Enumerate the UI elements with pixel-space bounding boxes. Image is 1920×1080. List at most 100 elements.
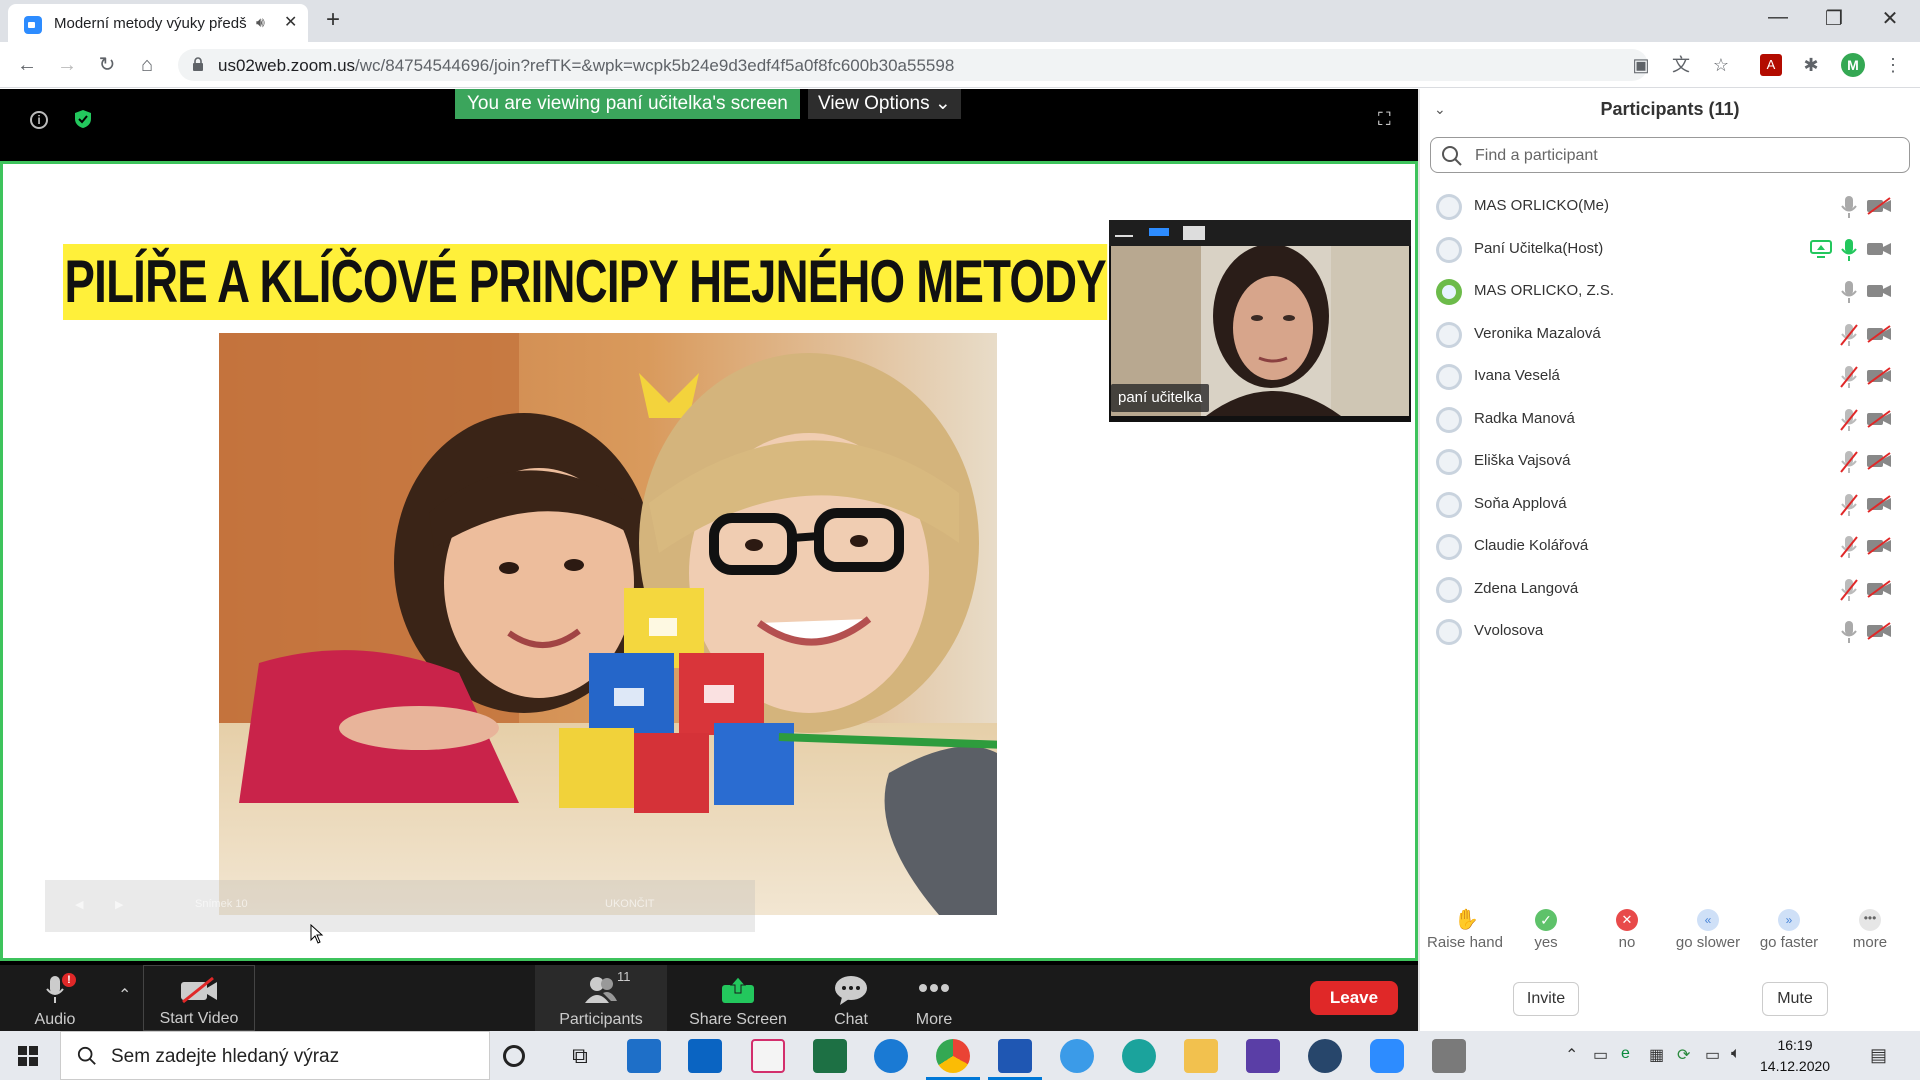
more-button[interactable]: More (898, 965, 970, 1031)
task-view-icon[interactable]: ⧉ (563, 1039, 597, 1073)
participant-row[interactable]: MAS ORLICKO, Z.S. (1420, 270, 1920, 312)
taskbar-app-1-icon[interactable] (627, 1039, 661, 1073)
encryption-shield-icon[interactable] (74, 109, 92, 129)
snipping-tool-icon[interactable] (751, 1039, 785, 1073)
go-slower-button[interactable]: « go slower (1668, 909, 1748, 951)
home-icon[interactable]: ⌂ (132, 50, 162, 80)
outlook-icon[interactable] (688, 1039, 722, 1073)
chrome-icon[interactable] (936, 1039, 970, 1073)
participant-row[interactable]: Zdena Langová (1420, 568, 1920, 610)
slide-photo (219, 333, 997, 915)
teamviewer-icon[interactable] (874, 1039, 908, 1073)
participant-name: MAS ORLICKO, Z.S. (1474, 282, 1615, 299)
participant-row[interactable]: Eliška Vajsová (1420, 440, 1920, 482)
pdf-extension-icon[interactable]: A (1760, 54, 1782, 76)
tray-sync-icon[interactable]: ⟳ (1677, 1045, 1690, 1065)
avatar (1436, 364, 1462, 390)
clock-date[interactable]: 14.12.2020 (1760, 1058, 1830, 1074)
windows-search-box[interactable]: Sem zadejte hledaný výraz (60, 1031, 490, 1080)
no-button[interactable]: ✕ no (1587, 909, 1667, 951)
go-faster-icon: » (1778, 909, 1800, 931)
meeting-info-icon[interactable]: i (30, 111, 48, 129)
zoom-meeting-area: i You are viewing paní učitelka's screen… (0, 89, 1418, 965)
profile-avatar[interactable]: M (1841, 53, 1865, 77)
invite-button[interactable]: Invite (1513, 982, 1579, 1016)
end-show-button[interactable]: UKONČIT (605, 898, 655, 910)
volume-icon[interactable]: 🔈︎ (1731, 1045, 1741, 1063)
translate-icon[interactable]: 文 (1670, 54, 1692, 76)
fullscreen-icon[interactable]: ⛶ (1378, 109, 1391, 130)
chrome-menu-icon[interactable]: ⋮ (1882, 54, 1904, 76)
back-arrow-icon[interactable]: ← (12, 50, 42, 80)
save-app-icon[interactable] (1246, 1039, 1280, 1073)
speaker-view-icon[interactable] (1149, 228, 1169, 236)
zoom-app-icon[interactable] (1370, 1039, 1404, 1073)
network-icon[interactable]: ▭ (1705, 1045, 1720, 1065)
avatar (1436, 534, 1462, 560)
tray-app-2-icon[interactable]: ▦ (1649, 1045, 1664, 1065)
minimize-window-button[interactable]: — (1758, 6, 1798, 29)
mute-all-button[interactable]: Mute (1762, 982, 1828, 1016)
clock-time[interactable]: 16:19 (1760, 1037, 1830, 1053)
calculator-icon[interactable] (1432, 1039, 1466, 1073)
speaker-icon[interactable]: 🔊︎ (256, 14, 265, 31)
participant-search-input[interactable] (1475, 144, 1895, 168)
participant-row[interactable]: Vvolosova (1420, 610, 1920, 652)
windows-start-icon[interactable] (18, 1046, 38, 1066)
yes-button[interactable]: ✓ yes (1506, 909, 1586, 951)
participant-row[interactable]: Veronika Mazalová (1420, 313, 1920, 355)
participant-search[interactable] (1430, 137, 1910, 173)
show-hidden-icons-chevron-icon[interactable]: ⌃ (1565, 1045, 1578, 1065)
chat-bubble-icon (835, 976, 867, 1005)
restore-window-button[interactable]: ❐ (1814, 6, 1854, 31)
meet-now-icon[interactable]: ▭ (1593, 1045, 1608, 1065)
taskbar-app-2-icon[interactable] (1308, 1039, 1342, 1073)
close-window-button[interactable]: ✕ (1870, 6, 1910, 31)
participant-row[interactable]: Radka Manová (1420, 398, 1920, 440)
participant-row[interactable]: Soňa Applová (1420, 483, 1920, 525)
audio-button[interactable]: ! Audio (18, 965, 92, 1031)
start-video-button[interactable]: Start Video (143, 965, 255, 1031)
browser-tab[interactable]: Moderní metody výuky předš 🔊︎ ✕ (8, 4, 308, 42)
prev-slide-icon[interactable]: ◀ (75, 898, 83, 911)
reload-icon[interactable]: ↻ (92, 50, 122, 80)
gallery-view-icon[interactable] (1183, 226, 1205, 240)
participant-row[interactable]: Paní Učitelka(Host) (1420, 228, 1920, 270)
audio-options-chevron-icon[interactable]: ⌃ (118, 985, 131, 1005)
more-reactions-button[interactable]: ••• more (1830, 909, 1910, 951)
excel-icon[interactable] (813, 1039, 847, 1073)
camera-blocked-icon[interactable]: ▣ (1630, 54, 1652, 76)
close-tab-icon[interactable]: ✕ (284, 12, 297, 32)
bookmark-star-icon[interactable]: ☆ (1710, 54, 1732, 76)
microphone-icon (1840, 195, 1858, 224)
tray-app-icon[interactable]: e (1621, 1045, 1630, 1063)
forward-arrow-icon[interactable]: → (52, 50, 82, 80)
raise-hand-button[interactable]: ✋ Raise hand (1425, 909, 1505, 951)
share-screen-button[interactable]: Share Screen (680, 965, 796, 1031)
notifications-icon[interactable]: ▤ (1870, 1045, 1887, 1066)
play-icon[interactable]: ▶ (115, 898, 123, 911)
participants-button[interactable]: 11 Participants (535, 965, 667, 1031)
cortana-icon[interactable] (503, 1045, 525, 1067)
internet-explorer-icon[interactable] (1060, 1039, 1094, 1073)
chat-button[interactable]: Chat (815, 965, 887, 1031)
participant-name: Soňa Applová (1474, 494, 1567, 512)
participant-row[interactable]: MAS ORLICKO(Me) (1420, 185, 1920, 227)
participant-row[interactable]: Ivana Veselá (1420, 355, 1920, 397)
edge-icon[interactable] (1122, 1039, 1156, 1073)
microphone-muted-icon (1840, 408, 1858, 437)
new-tab-button[interactable]: + (326, 6, 340, 34)
participant-row[interactable]: Claudie Kolářová (1420, 525, 1920, 567)
viewing-screen-banner: You are viewing paní učitelka's screen (455, 89, 800, 119)
address-bar[interactable]: us02web.zoom.us/wc/84754544696/join?refT… (178, 49, 1648, 81)
minimize-video-icon[interactable] (1115, 235, 1133, 237)
word-icon[interactable] (998, 1039, 1032, 1073)
presentation-controls[interactable]: ◀ ▶ Snímek 10 UKONČIT (45, 880, 755, 932)
host-video-tile[interactable]: paní učitelka (1109, 220, 1411, 422)
view-options-button[interactable]: View Options ⌄ (808, 89, 961, 119)
extensions-puzzle-icon[interactable]: ✱ (1800, 54, 1822, 76)
video-participant-name: paní učitelka (1111, 384, 1210, 412)
leave-meeting-button[interactable]: Leave (1310, 981, 1398, 1015)
file-explorer-icon[interactable] (1184, 1039, 1218, 1073)
go-faster-button[interactable]: » go faster (1749, 909, 1829, 951)
